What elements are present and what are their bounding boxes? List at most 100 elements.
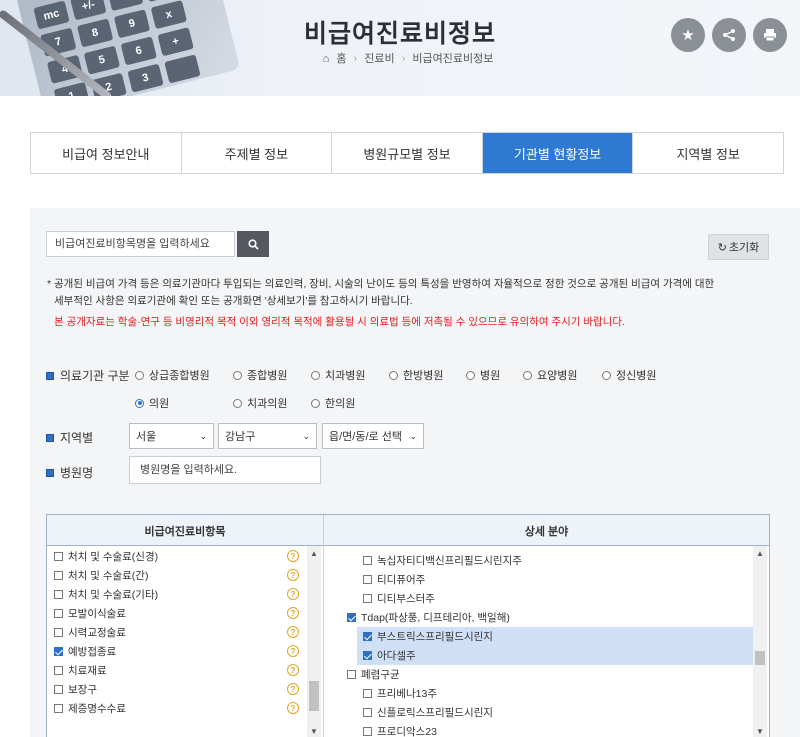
institution-type-option-label: 한방병원	[403, 370, 444, 382]
detail-item-row[interactable]: 신플로릭스프리필드시린지	[363, 703, 493, 722]
print-button[interactable]	[753, 18, 787, 52]
scroll-thumb[interactable]	[755, 651, 765, 665]
checkbox[interactable]	[363, 556, 372, 565]
checkbox[interactable]	[54, 552, 63, 561]
scroll-down-icon[interactable]: ▼	[753, 724, 767, 737]
share-button[interactable]	[712, 18, 746, 52]
radio-icon[interactable]	[523, 370, 532, 380]
institution-type-radio[interactable]: 요양병원	[523, 367, 577, 383]
radio-icon[interactable]	[389, 370, 398, 380]
item-list-row[interactable]: 처치 및 수술료(간)	[54, 568, 309, 583]
help-icon[interactable]: ?	[287, 550, 299, 562]
tab-institution[interactable]: 기관별 현황정보	[482, 133, 634, 173]
checkbox[interactable]	[54, 571, 63, 580]
item-list-row[interactable]: 예방접종료	[54, 644, 309, 659]
institution-type-option-label: 요양병원	[537, 370, 578, 382]
detail-group-row[interactable]: Tdap(파상풍, 디프테리아, 백일해)	[347, 608, 510, 627]
checkbox[interactable]	[54, 628, 63, 637]
radio-selected-icon[interactable]	[135, 398, 144, 408]
radio-icon[interactable]	[602, 370, 611, 380]
institution-type-option-label: 종합병원	[247, 370, 288, 382]
checkbox[interactable]	[363, 651, 372, 660]
tab-info[interactable]: 비급여 정보안내	[31, 133, 182, 173]
detail-item-row[interactable]: 프리베나13주	[363, 684, 437, 703]
institution-type-radio[interactable]: 정신병원	[602, 367, 656, 383]
detail-list-scrollbar[interactable]: ▲ ▼	[753, 546, 767, 737]
checkbox[interactable]	[363, 727, 372, 736]
scroll-thumb[interactable]	[309, 681, 319, 711]
help-icon[interactable]: ?	[287, 626, 299, 638]
help-icon[interactable]: ?	[287, 607, 299, 619]
detail-item-row[interactable]: 녹십자티디백신프리필드시린지주	[363, 551, 522, 570]
hospital-name-input[interactable]: 병원명을 입력하세요.	[129, 456, 321, 484]
search-button[interactable]	[237, 231, 269, 257]
detail-item-row[interactable]: 티디퓨어주	[363, 570, 425, 589]
item-list-row[interactable]: 처치 및 수술료(신경)	[54, 549, 309, 564]
checkbox[interactable]	[363, 689, 372, 698]
item-list-row[interactable]: 치료재료	[54, 663, 309, 678]
reset-button[interactable]: ↻ 초기화	[708, 234, 769, 260]
item-list-row[interactable]: 처치 및 수술료(기타)	[54, 587, 309, 602]
region-sido-select[interactable]: 서울 ⌄	[129, 423, 214, 449]
region-sigungu-select[interactable]: 강남구 ⌄	[218, 423, 317, 449]
print-icon	[764, 29, 776, 42]
detail-item-row[interactable]: 아다셀주	[357, 646, 753, 665]
detail-group-row[interactable]: 폐렴구균	[347, 665, 400, 684]
item-search-input[interactable]: 비급여진료비항목명을 입력하세요	[46, 231, 235, 257]
tab-hospital-size[interactable]: 병원규모별 정보	[332, 133, 483, 173]
scroll-up-icon[interactable]: ▲	[307, 546, 321, 560]
help-icon[interactable]: ?	[287, 683, 299, 695]
radio-icon[interactable]	[311, 398, 320, 408]
radio-icon[interactable]	[233, 398, 242, 408]
home-icon[interactable]: ⌂	[323, 53, 330, 65]
region-dong-select[interactable]: 읍/면/동/로 선택 ⌄	[322, 423, 424, 449]
checkbox[interactable]	[363, 594, 372, 603]
institution-type-radio[interactable]: 치과병원	[311, 367, 365, 383]
radio-icon[interactable]	[311, 370, 320, 380]
checkbox[interactable]	[54, 647, 63, 656]
institution-type-option-label: 치과병원	[325, 370, 366, 382]
help-icon[interactable]: ?	[287, 645, 299, 657]
radio-icon[interactable]	[233, 370, 242, 380]
item-list-scrollbar[interactable]: ▲ ▼	[307, 546, 321, 737]
tab-topic[interactable]: 주제별 정보	[181, 133, 333, 173]
detail-item-row[interactable]: 부스트릭스프리필드시린지	[357, 627, 753, 646]
institution-type-radio[interactable]: 병원	[466, 367, 500, 383]
checkbox[interactable]	[347, 670, 356, 679]
institution-type-radio[interactable]: 종합병원	[233, 367, 287, 383]
favorite-button[interactable]: ★	[671, 18, 705, 52]
detail-item-row[interactable]: 프로디악스23	[363, 722, 437, 737]
checkbox[interactable]	[54, 609, 63, 618]
checkbox[interactable]	[363, 575, 372, 584]
radio-icon[interactable]	[466, 370, 475, 380]
checkbox[interactable]	[54, 666, 63, 675]
tab-region[interactable]: 지역별 정보	[633, 133, 783, 173]
checkbox[interactable]	[363, 632, 372, 641]
scroll-up-icon[interactable]: ▲	[753, 546, 767, 560]
item-list-row[interactable]: 보장구	[54, 682, 309, 697]
checkbox[interactable]	[347, 613, 356, 622]
help-icon[interactable]: ?	[287, 588, 299, 600]
checkbox[interactable]	[54, 590, 63, 599]
notice-warning: 본 공개자료는 학술·연구 등 비영리적 목적 이외 영리적 목적에 활용될 시…	[54, 316, 625, 328]
item-list-row[interactable]: 시력교정술료	[54, 625, 309, 640]
scroll-down-icon[interactable]: ▼	[307, 724, 321, 737]
institution-type-radio[interactable]: 치과의원	[233, 395, 287, 411]
institution-type-radio[interactable]: 의원	[135, 395, 169, 411]
checkbox[interactable]	[54, 704, 63, 713]
detail-item-row[interactable]: 디티부스터주	[363, 589, 435, 608]
institution-type-radio[interactable]: 한방병원	[389, 367, 443, 383]
checkbox[interactable]	[54, 685, 63, 694]
breadcrumb-fee[interactable]: 진료비	[364, 53, 394, 65]
breadcrumb-home[interactable]: 홈	[336, 53, 346, 65]
item-list-row[interactable]: 모발이식술료	[54, 606, 309, 621]
checkbox[interactable]	[363, 708, 372, 717]
help-icon[interactable]: ?	[287, 664, 299, 676]
help-icon[interactable]: ?	[287, 702, 299, 714]
help-icon[interactable]: ?	[287, 569, 299, 581]
detail-label: 아다셀주	[377, 650, 416, 662]
item-list-row[interactable]: 제증명수수료	[54, 701, 309, 716]
institution-type-radio[interactable]: 상급종합병원	[135, 367, 210, 383]
institution-type-radio[interactable]: 한의원	[311, 395, 355, 411]
radio-icon[interactable]	[135, 370, 144, 380]
